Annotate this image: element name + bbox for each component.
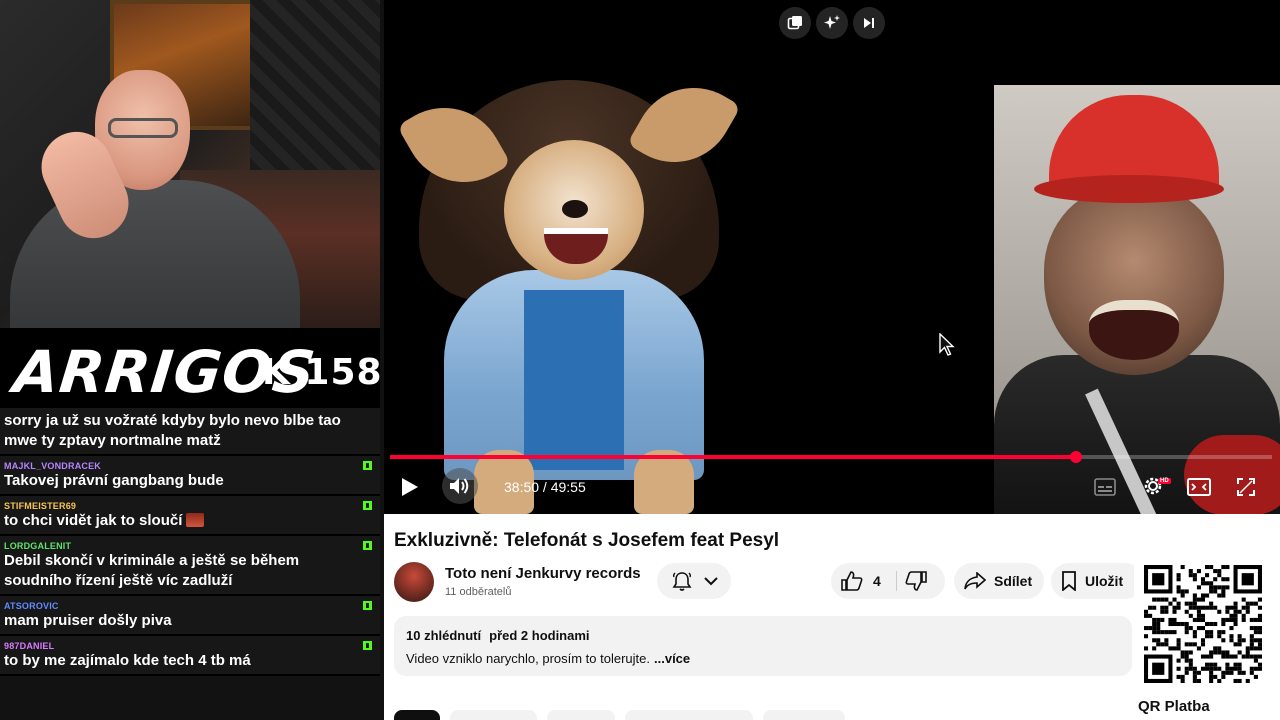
subscribe-notification-button[interactable]: [657, 563, 731, 599]
qr-code-icon: [1144, 565, 1262, 683]
save-button[interactable]: Uložit: [1051, 563, 1143, 599]
channel-avatar[interactable]: [394, 562, 434, 602]
chat-message: STIFMEISTER69 to chci vidět jak to slouč…: [0, 496, 380, 536]
chat-username[interactable]: LORDGALENIT: [4, 541, 364, 551]
chat-panel: sorry ja už su vožraté kdyby bylo nevo b…: [0, 408, 380, 720]
chat-message-text: sorry ja už su vožraté kdyby bylo nevo b…: [4, 412, 341, 449]
channel-name[interactable]: Toto není Jenkurvy records: [445, 565, 641, 582]
chat-message-text: Takovej právní gangbang bude: [4, 472, 224, 489]
chat-message-text: to by me zajímalo kde tech 4 tb má: [4, 652, 251, 669]
video-frame-chimp: [994, 85, 1280, 514]
video-player[interactable]: 38:50 / 49:55 HD: [384, 0, 1280, 514]
stream-logo-suffix: K 158: [262, 352, 383, 393]
bell-icon: [671, 570, 693, 592]
progress-played: [390, 455, 1077, 459]
dog-paw-right: [634, 450, 694, 514]
screen: ARRIGOS K 158 sorry ja už su vožraté kdy…: [0, 0, 1280, 720]
subtitles-icon[interactable]: [1092, 472, 1118, 502]
description-body: Video vzniklo narychlo, prosím to toleru…: [406, 651, 650, 666]
dog-tshirt: [524, 290, 624, 470]
chat-message: sorry ja už su vožraté kdyby bylo nevo b…: [0, 408, 380, 456]
sparkle-icon[interactable]: [816, 7, 848, 39]
like-dislike-group: 4: [831, 563, 945, 599]
chat-message-text: Debil skončí v kriminále a ještě se běhe…: [4, 552, 300, 589]
chat-username[interactable]: MAJKL_VONDRACEK: [4, 461, 364, 471]
kick-icon: [363, 601, 372, 610]
like-count: 4: [873, 573, 881, 589]
show-more-link[interactable]: ...více: [654, 651, 690, 666]
description-box[interactable]: 10 zhlédnutí před 2 hodinami Video vznikl…: [394, 616, 1132, 676]
chip-watched[interactable]: Zhlédnuto: [762, 710, 845, 720]
webcam-feed: [0, 0, 380, 328]
skip-next-icon[interactable]: [853, 7, 885, 39]
chat-username[interactable]: ATSOROVIC: [4, 601, 364, 611]
emote-icon: [186, 513, 205, 527]
progress-bar[interactable]: [390, 451, 1272, 463]
view-count: 10 zhlédnutí: [406, 628, 482, 643]
save-label: Uložit: [1085, 573, 1124, 589]
dog-nose: [562, 200, 588, 218]
chat-message: MAJKL_VONDRACEK Takovej právní gangbang …: [0, 456, 380, 496]
mouse-cursor-icon: [939, 333, 955, 357]
chevron-down-icon: [703, 576, 718, 586]
hd-badge: HD: [1158, 478, 1171, 484]
chat-message-text-content: to chci vidět jak to sloučí: [4, 512, 183, 529]
time-display: 38:50 / 49:55: [504, 479, 586, 495]
description-meta: 10 zhlédnutí před 2 hodinami: [406, 628, 1120, 643]
picture-in-picture-icon[interactable]: [779, 7, 811, 39]
volume-button[interactable]: [442, 468, 478, 504]
like-button[interactable]: 4: [841, 571, 881, 591]
player-top-controls: [779, 7, 885, 39]
theater-mode-icon[interactable]: [1184, 472, 1214, 502]
chat-message-text: to chci vidět jak to sloučí: [4, 511, 364, 531]
chat-username[interactable]: 987DANIEL: [4, 641, 364, 651]
chat-message: 987DANIEL to by me zajímalo kde tech 4 t…: [0, 636, 380, 676]
chip-for-you[interactable]: Pro vás: [547, 710, 616, 720]
video-title: Exkluzivně: Telefonát s Josefem feat Pes…: [394, 530, 780, 551]
streamer-glasses: [108, 118, 178, 138]
chat-message-text: mam pruiser došly piva: [4, 612, 172, 629]
kick-icon: [363, 461, 372, 470]
play-button[interactable]: [396, 470, 424, 504]
kick-icon: [363, 641, 372, 650]
chip-all[interactable]: Vše: [394, 710, 441, 720]
related-filter-chips: Vše Související Pro vás Nedávno nahrané …: [394, 710, 845, 720]
share-label: Sdílet: [994, 573, 1033, 589]
chip-recent[interactable]: Nedávno nahrané: [625, 710, 753, 720]
qr-label: QR Platba: [1138, 698, 1210, 715]
chimp-mouth: [1089, 300, 1179, 360]
thumbs-up-icon: [841, 571, 863, 591]
chimp-cap-brim: [1034, 175, 1224, 203]
chat-username[interactable]: STIFMEISTER69: [4, 501, 364, 511]
qr-payment-overlay: QR Platba: [1134, 560, 1280, 720]
settings-gear-icon[interactable]: [1138, 470, 1168, 502]
stream-column: ARRIGOS K 158 sorry ja už su vožraté kdy…: [0, 0, 384, 720]
chat-message: ATSOROVIC mam pruiser došly piva: [0, 596, 380, 636]
dislike-button[interactable]: [905, 571, 927, 591]
description-text: Video vzniklo narychlo, prosím to toleru…: [406, 651, 1120, 666]
subscriber-count: 11 odběratelů: [445, 586, 512, 598]
kick-icon: [363, 501, 372, 510]
share-button[interactable]: Sdílet: [954, 563, 1044, 599]
kick-icon: [363, 541, 372, 550]
upload-age: před 2 hodinami: [489, 628, 590, 643]
share-arrow-icon: [964, 572, 986, 590]
video-frame-dog: [396, 66, 742, 514]
like-separator: [896, 571, 897, 591]
fullscreen-icon[interactable]: [1232, 472, 1260, 502]
bookmark-icon: [1061, 571, 1077, 591]
thumbs-down-icon: [905, 571, 927, 591]
chip-related[interactable]: Související: [450, 710, 538, 720]
chat-message: LORDGALENIT Debil skončí v kriminále a j…: [0, 536, 380, 596]
